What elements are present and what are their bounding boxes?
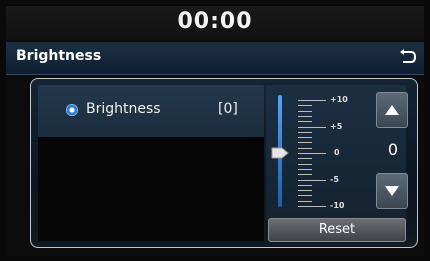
slider-tick <box>298 179 326 181</box>
slider-scale-label: -10 <box>330 201 345 210</box>
back-arrow-icon <box>400 49 417 63</box>
slider-tick <box>298 100 326 101</box>
slider-tick <box>298 147 312 149</box>
slider-tick <box>298 126 326 128</box>
slider-tick <box>298 195 312 197</box>
slider-tick <box>298 153 326 154</box>
slider-tick <box>298 168 312 170</box>
triangle-down-icon <box>385 186 399 196</box>
radio-selected[interactable] <box>66 104 78 116</box>
slider-tick <box>298 174 312 176</box>
increase-button[interactable] <box>376 92 408 128</box>
slider-tick <box>298 105 312 107</box>
status-bar: 00:00 <box>6 6 424 40</box>
clock: 00:00 <box>177 9 253 34</box>
reset-button[interactable]: Reset <box>268 218 406 242</box>
slider-scale-label: +5 <box>330 121 343 131</box>
decrease-button[interactable] <box>376 173 408 209</box>
slider-tick <box>298 190 312 192</box>
page-title: Brightness <box>16 48 102 64</box>
brightness-option-label: Brightness <box>86 101 161 117</box>
brightness-option-value: [0] <box>218 101 238 117</box>
title-bar: Brightness <box>6 42 424 75</box>
slider-tick <box>298 200 312 202</box>
slider-tick <box>298 184 312 186</box>
slider-thumb[interactable] <box>271 146 289 160</box>
slider-tick <box>298 121 312 123</box>
slider-tick <box>298 115 312 117</box>
slider-value-display: 0 <box>387 140 399 159</box>
slider-scale-label: +10 <box>330 95 348 104</box>
slider-tick <box>298 158 312 160</box>
preview-area <box>38 137 264 241</box>
back-button[interactable] <box>396 46 418 68</box>
triangle-up-icon <box>385 105 399 115</box>
slider-tick <box>298 142 312 144</box>
slider-tick <box>298 110 312 112</box>
slider-tick <box>298 163 312 165</box>
slider-tick <box>298 206 326 207</box>
slider-scale-label: 0 <box>334 148 340 157</box>
slider-tick <box>298 131 312 133</box>
slider-scale-label: -5 <box>330 174 339 184</box>
brightness-option[interactable]: Brightness [0] <box>38 85 264 137</box>
slider-tick <box>298 137 312 139</box>
